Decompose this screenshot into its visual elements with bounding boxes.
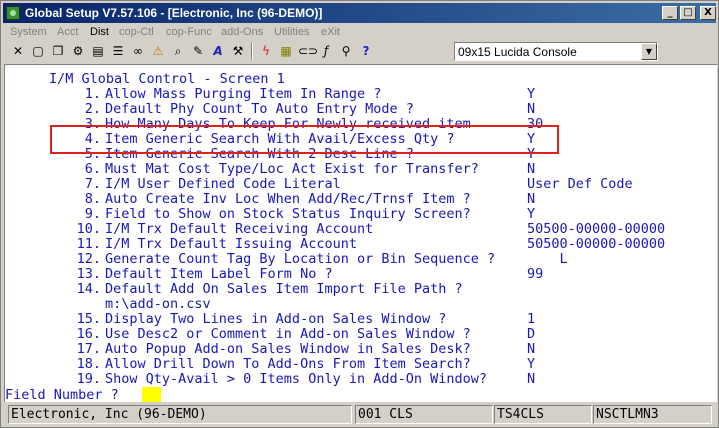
- close-icon[interactable]: ✕: [9, 42, 27, 60]
- settings-icon[interactable]: ⚙: [69, 42, 87, 60]
- tools-icon[interactable]: ⚒: [229, 42, 247, 60]
- function-icon[interactable]: ƒ: [317, 42, 335, 60]
- chevron-down-icon[interactable]: ▼: [641, 43, 657, 60]
- print-icon[interactable]: ▤: [89, 42, 107, 60]
- row-label: Default Item Label Form No ?: [105, 266, 333, 282]
- maximize-button[interactable]: □: [680, 6, 696, 20]
- status-cls: 001 CLS: [355, 405, 493, 424]
- row-number: 13.: [76, 266, 101, 282]
- row-label: Default Add On Sales Item Import File Pa…: [105, 281, 463, 297]
- row-number: 9.: [84, 206, 101, 222]
- row-value[interactable]: Y: [527, 87, 535, 102]
- font-select-value: 09x15 Lucida Console: [458, 45, 577, 59]
- status-node: NSCTLMN3: [593, 405, 712, 424]
- row-number: 15.: [76, 311, 101, 327]
- row-label: Must Mat Cost Type/Loc Act Exist for Tra…: [105, 161, 479, 177]
- row-value[interactable]: D: [527, 327, 535, 342]
- row-label: m:\add-on.csv: [105, 296, 211, 312]
- row-label: Allow Mass Purging Item In Range ?: [105, 86, 382, 102]
- row-label: I/M User Defined Code Literal: [105, 176, 341, 192]
- row-number: 1.: [84, 86, 101, 102]
- row-value[interactable]: N: [527, 192, 535, 207]
- row-value[interactable]: N: [527, 342, 535, 357]
- row-value[interactable]: 99: [527, 267, 543, 282]
- font-icon[interactable]: A: [209, 42, 227, 60]
- app-icon: [6, 6, 20, 20]
- row-number: 14.: [76, 281, 101, 297]
- row-number: 10.: [76, 221, 101, 237]
- binoculars-icon[interactable]: ∞: [129, 42, 147, 60]
- menu-cop-ctl[interactable]: cop-Ctl: [119, 26, 154, 38]
- minimize-button[interactable]: _: [662, 6, 678, 20]
- screen-title: I/M Global Control - Screen 1: [49, 71, 285, 87]
- calculator-icon[interactable]: ▦: [277, 42, 295, 60]
- new-icon[interactable]: ▢: [29, 42, 47, 60]
- row-label: I/M Trx Default Receiving Account: [105, 221, 374, 237]
- row-label: Field to Show on Stock Status Inquiry Sc…: [105, 206, 471, 222]
- status-terminal: TS4CLS: [494, 405, 592, 424]
- window-title: Global Setup V7.57.106 - [Electronic, In…: [25, 6, 323, 20]
- row-label: Default Phy Count To Auto Entry Mode ?: [105, 101, 414, 117]
- row-number: 12.: [76, 251, 101, 267]
- terminal-screen[interactable]: I/M Global Control - Screen 1 1. Allow Ma…: [4, 64, 717, 402]
- menu-utilities[interactable]: Utilities: [274, 26, 309, 38]
- field-number-prompt: Field Number ?: [5, 387, 119, 403]
- notes-icon[interactable]: ☰: [109, 42, 127, 60]
- row-number: 6.: [84, 161, 101, 177]
- row-number: 2.: [84, 101, 101, 117]
- row-number: 17.: [76, 341, 101, 357]
- row-number: 7.: [84, 176, 101, 192]
- row-value[interactable]: 50500-00000-00000: [527, 237, 665, 252]
- row-value[interactable]: N: [527, 372, 535, 387]
- lightning-icon[interactable]: ϟ: [257, 42, 275, 60]
- row-number: 16.: [76, 326, 101, 342]
- help-icon[interactable]: ?: [357, 42, 375, 60]
- menu-add-ons[interactable]: add-Ons: [221, 26, 263, 38]
- row-number: 11.: [76, 236, 101, 252]
- row-number: 18.: [76, 356, 101, 372]
- menu-dist[interactable]: Dist: [90, 26, 109, 38]
- highlight-box: [50, 125, 559, 154]
- row-number: 19.: [76, 371, 101, 387]
- row-label: Allow Drill Down To Add-Ons From Item Se…: [105, 356, 471, 372]
- row-value[interactable]: 50500-00000-00000: [527, 222, 665, 237]
- row-value[interactable]: N: [527, 102, 535, 117]
- menu-bar: System Acct Dist cop-Ctl cop-Func add-On…: [3, 24, 716, 41]
- script-icon[interactable]: ✎: [189, 42, 207, 60]
- row-label: Generate Count Tag By Location or Bin Se…: [105, 251, 496, 267]
- close-button[interactable]: X: [700, 6, 716, 20]
- row-label: I/M Trx Default Issuing Account: [105, 236, 357, 252]
- toolbar-separator: [251, 42, 253, 60]
- field-number-input[interactable]: [142, 387, 161, 402]
- status-bar: Electronic, Inc (96-DEMO) 001 CLS TS4CLS…: [3, 403, 716, 425]
- row-value[interactable]: N: [527, 162, 535, 177]
- menu-cop-func[interactable]: cop-Func: [166, 26, 212, 38]
- menu-acct[interactable]: Acct: [57, 26, 78, 38]
- status-company: Electronic, Inc (96-DEMO): [8, 405, 352, 424]
- row-value[interactable]: L: [527, 252, 568, 267]
- row-value[interactable]: Y: [527, 357, 535, 372]
- font-select[interactable]: 09x15 Lucida Console ▼: [454, 42, 658, 61]
- link-icon[interactable]: ⊂⊃: [297, 42, 318, 60]
- app-window: Global Setup V7.57.106 - [Electronic, In…: [0, 0, 719, 428]
- row-value[interactable]: User Def Code: [527, 177, 633, 192]
- warning-icon[interactable]: ⚠: [149, 42, 167, 60]
- zoom-icon[interactable]: ⚲: [337, 42, 355, 60]
- toolbar: ✕ ▢ ❐ ⚙ ▤ ☰ ∞ ⚠ ⌕ ✎ A ⚒ ϟ ▦ ⊂⊃ ƒ ⚲ ? 09x…: [3, 41, 716, 63]
- row-label: Display Two Lines in Add-on Sales Window…: [105, 311, 447, 327]
- row-value[interactable]: 1: [527, 312, 535, 327]
- menu-system[interactable]: System: [10, 26, 47, 38]
- row-label: Use Desc2 or Comment in Add-on Sales Win…: [105, 326, 471, 342]
- row-label: Show Qty-Avail > 0 Items Only in Add-On …: [105, 371, 488, 387]
- row-label: Auto Create Inv Loc When Add/Rec/Trnsf I…: [105, 191, 471, 207]
- title-bar[interactable]: Global Setup V7.57.106 - [Electronic, In…: [3, 3, 716, 23]
- copy-icon[interactable]: ❐: [49, 42, 67, 60]
- menu-exit[interactable]: eXit: [321, 26, 340, 38]
- row-value[interactable]: Y: [527, 207, 535, 222]
- search-icon[interactable]: ⌕: [169, 42, 187, 60]
- row-number: 8.: [84, 191, 101, 207]
- row-label: Auto Popup Add-on Sales Window in Sales …: [105, 341, 471, 357]
